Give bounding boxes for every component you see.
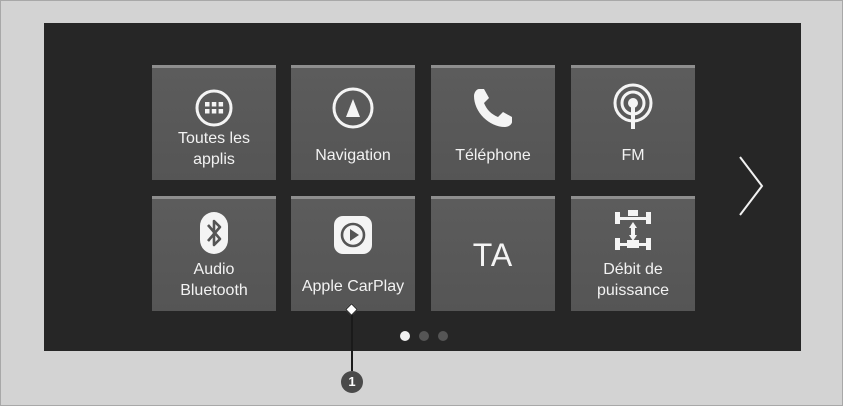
home-screen: Toutes les applis Navigation Téléphone F… — [44, 23, 801, 351]
page-dot[interactable] — [438, 331, 448, 341]
page-indicator — [400, 331, 448, 343]
power-flow-icon — [571, 207, 695, 255]
tile-fm[interactable]: FM — [571, 65, 695, 180]
tile-navigation[interactable]: Navigation — [291, 65, 415, 180]
tile-apple-carplay[interactable]: Apple CarPlay — [291, 196, 415, 311]
phone-handset-icon — [431, 84, 555, 132]
tile-all-apps[interactable]: Toutes les applis — [152, 65, 276, 180]
tile-phone[interactable]: Téléphone — [431, 65, 555, 180]
tile-ta[interactable]: TA — [431, 196, 555, 311]
tile-label: Navigation — [315, 147, 391, 164]
grid-apps-icon — [152, 84, 276, 132]
tile-label: Toutes les applis — [177, 130, 251, 168]
tile-label: Apple CarPlay — [301, 278, 405, 295]
bluetooth-icon — [152, 209, 276, 257]
callout-line — [351, 315, 353, 371]
tile-label: TA — [472, 237, 514, 273]
tile-label: FM — [621, 147, 645, 164]
tile-label: Débit de puissance — [596, 261, 670, 299]
navigation-compass-icon — [291, 84, 415, 132]
callout-number-badge: 1 — [341, 371, 363, 393]
page-dot-active[interactable] — [400, 331, 410, 341]
tile-label: Audio Bluetooth — [180, 261, 248, 299]
chevron-right-icon[interactable] — [734, 151, 770, 221]
tile-label: Téléphone — [455, 147, 531, 164]
carplay-icon — [291, 211, 415, 259]
page-dot[interactable] — [419, 331, 429, 341]
tile-audio-bluetooth[interactable]: Audio Bluetooth — [152, 196, 276, 311]
tile-power-flow[interactable]: Débit de puissance — [571, 196, 695, 311]
radio-broadcast-icon — [571, 83, 695, 132]
